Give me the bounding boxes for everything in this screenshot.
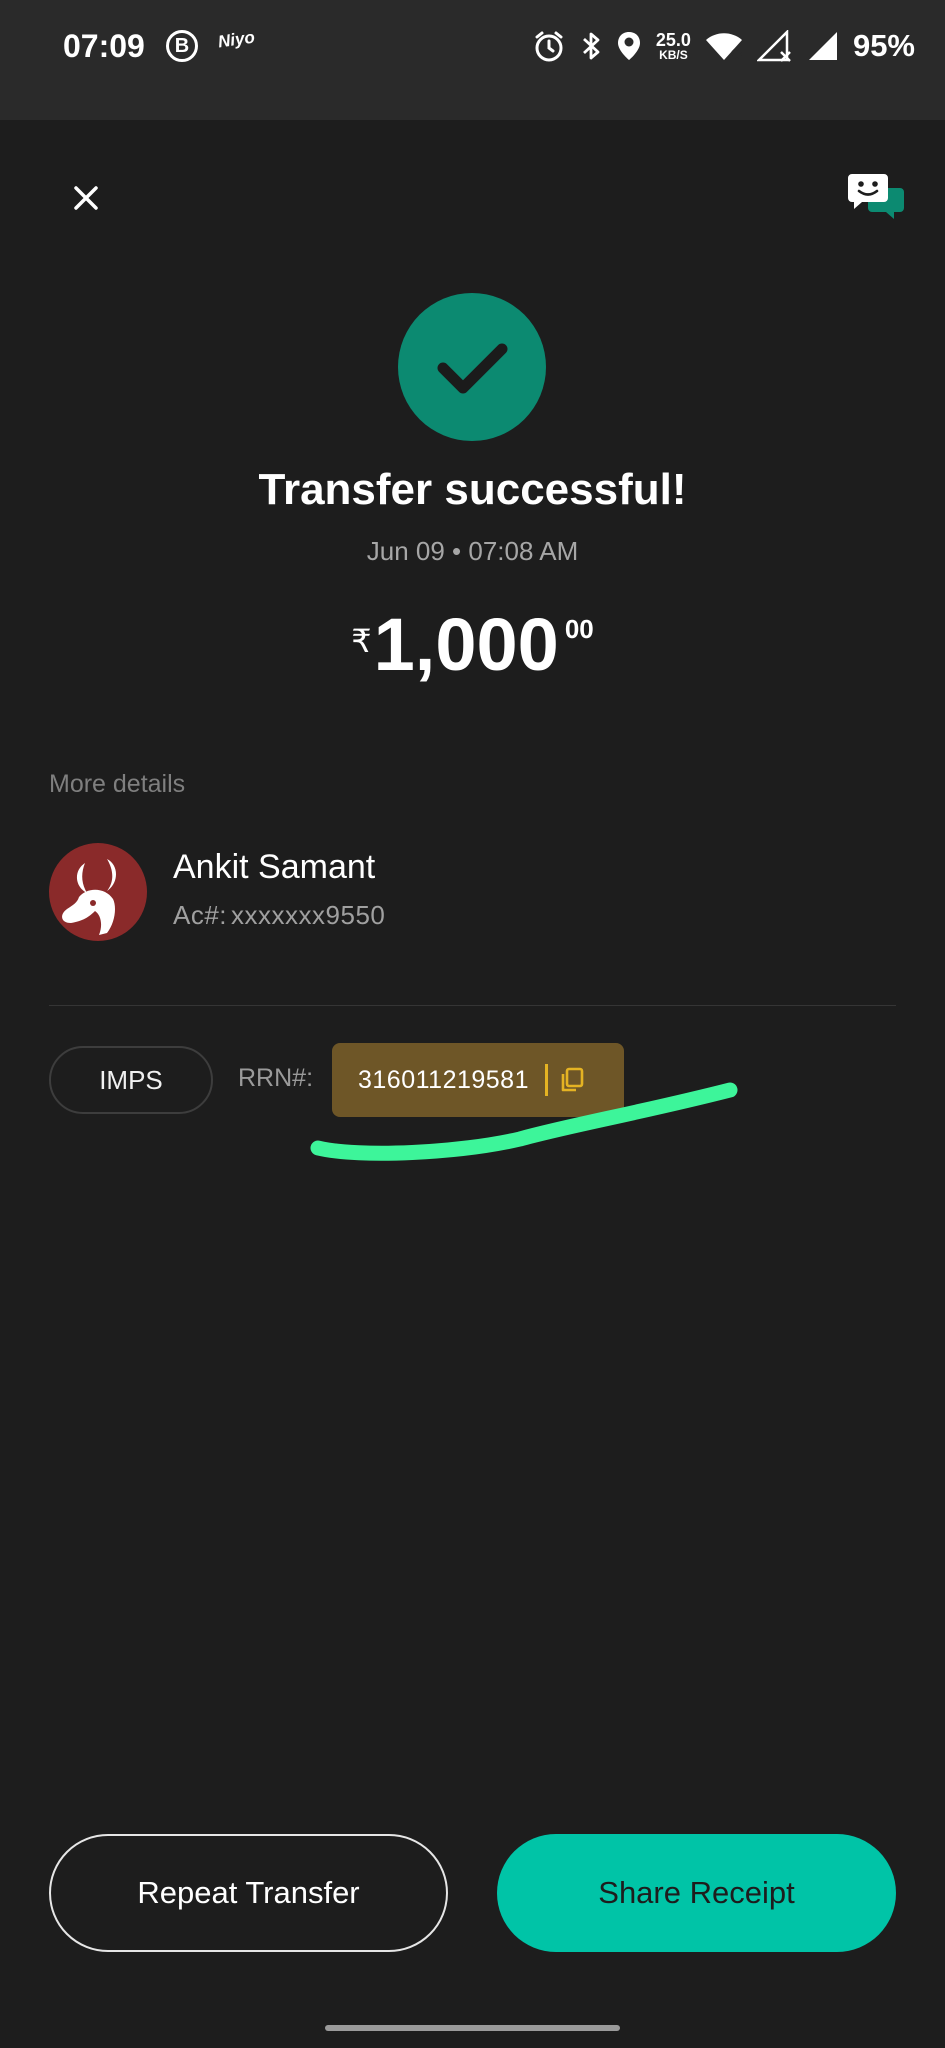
transfer-datetime: Jun 09 • 07:08 AM	[366, 536, 579, 566]
network-speed-value: 25.0	[655, 30, 691, 50]
check-icon	[437, 343, 508, 394]
location-icon	[617, 32, 640, 60]
payee-account: Ac#: xxxxxxx9550	[173, 900, 385, 931]
bull-logo-icon	[62, 859, 116, 935]
payee-account-number: xxxxxxx9550	[231, 900, 386, 930]
status-icons: 25.0 KB/S 95%	[532, 26, 915, 66]
signal-icon	[808, 32, 837, 60]
repeat-transfer-button[interactable]: Repeat Transfer	[49, 1834, 448, 1952]
network-speed-unit: KB/S	[659, 48, 688, 62]
close-button[interactable]	[66, 178, 106, 218]
chat-support-button[interactable]	[846, 172, 906, 220]
success-indicator	[398, 293, 546, 441]
rrn-label: RRN#:	[238, 1064, 314, 1092]
share-receipt-button[interactable]: Share Receipt	[497, 1834, 896, 1952]
alarm-icon	[535, 31, 563, 62]
status-time: 07:09	[63, 28, 145, 64]
home-indicator[interactable]	[325, 2025, 620, 2031]
amount-main: 1,000	[373, 603, 559, 686]
amount-decimal: 00	[564, 614, 594, 644]
more-details-label: More details	[49, 770, 186, 798]
transfer-status-title: Transfer successful!	[258, 465, 687, 514]
signal-no-data-icon	[756, 30, 791, 62]
b-notification-icon: B	[166, 30, 198, 62]
payee-avatar	[49, 843, 147, 941]
divider	[49, 1005, 896, 1006]
niyo-notification-icon: Niyo	[216, 27, 256, 52]
payee-name: Ankit Samant	[173, 848, 376, 886]
network-speed: 25.0 KB/S	[656, 31, 691, 61]
rrn-value: 316011219581	[358, 1065, 529, 1094]
battery-level: 95%	[852, 28, 915, 63]
copy-icon[interactable]	[558, 1066, 586, 1094]
status-bar: 07:09 B Niyo 25.0 KB/S 95%	[0, 0, 945, 120]
wifi-icon	[705, 33, 743, 60]
close-icon	[74, 186, 98, 210]
rrn-separator	[545, 1064, 548, 1096]
rrn-copy-button[interactable]: 316011219581	[332, 1043, 624, 1117]
transfer-amount: ₹ 1,000 00	[0, 600, 945, 690]
bluetooth-icon	[582, 32, 600, 60]
transfer-mode-badge: IMPS	[49, 1046, 213, 1114]
chat-support-icon	[848, 174, 904, 219]
payee-account-label: Ac#:	[173, 900, 228, 930]
currency-symbol: ₹	[351, 623, 372, 659]
